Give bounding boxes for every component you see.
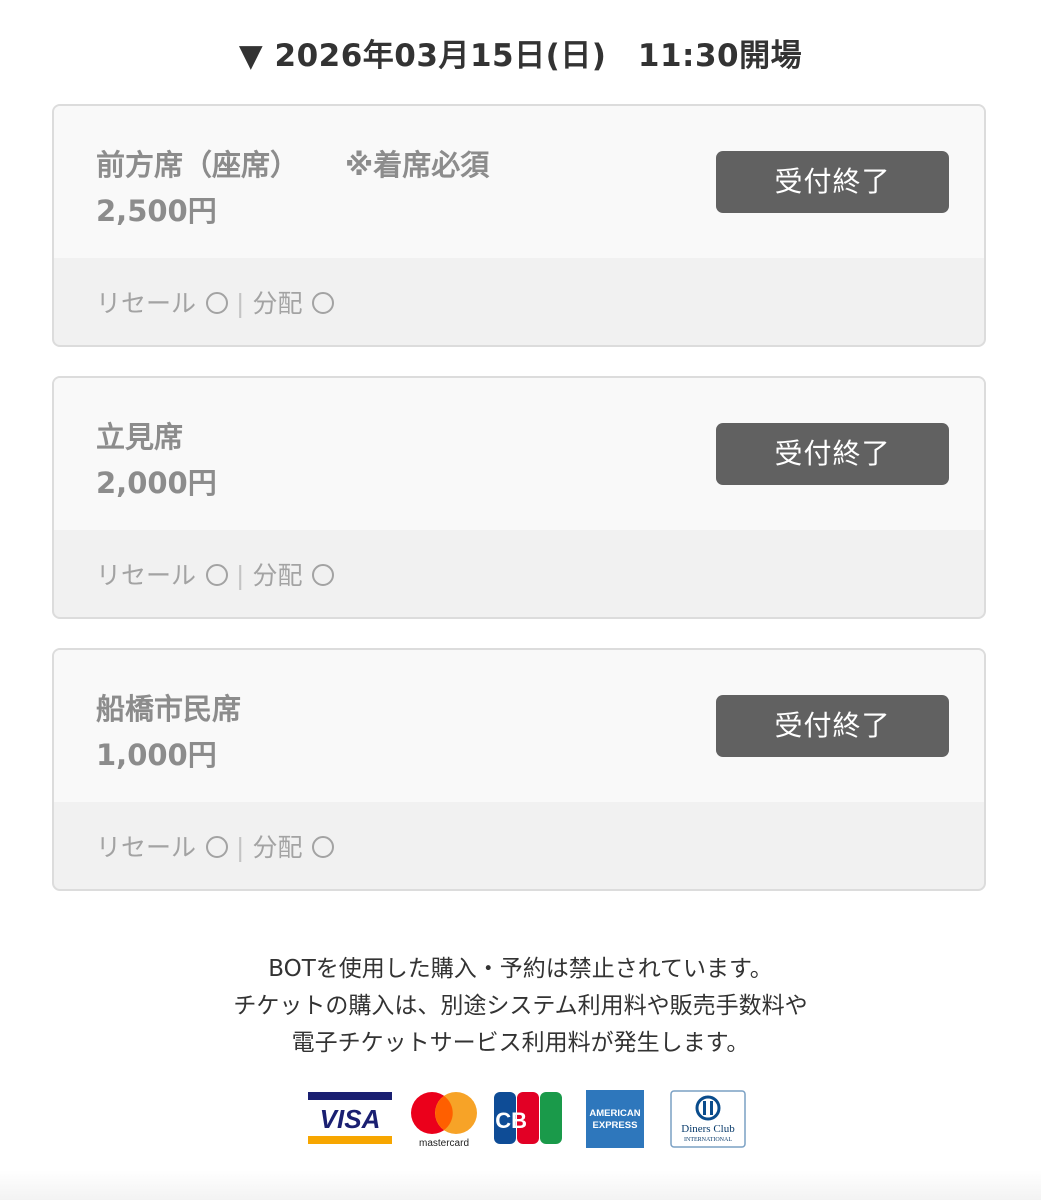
distribution-available-icon bbox=[312, 564, 335, 586]
svg-text:INTERNATIONAL: INTERNATIONAL bbox=[684, 1137, 732, 1143]
diners-club-logo: Diners Club INTERNATIONAL bbox=[670, 1090, 746, 1148]
option-separator: | bbox=[236, 833, 245, 862]
svg-text:JCB: JCB bbox=[492, 1108, 527, 1133]
svg-text:mastercard: mastercard bbox=[419, 1138, 469, 1149]
resale-label: リセール bbox=[96, 289, 197, 318]
seat-price: 1,000円 bbox=[96, 738, 217, 772]
seat-title: 船橋市民席 bbox=[96, 686, 241, 728]
ticket-options: リセール | 分配 bbox=[96, 828, 335, 864]
amex-logo: AMERICAN EXPRESS bbox=[586, 1090, 644, 1148]
distribution-label: 分配 bbox=[252, 833, 303, 862]
event-date-heading: ▼ 2026年03月15日(日) 11:30開場 bbox=[238, 38, 803, 74]
visa-logo: VISA bbox=[306, 1090, 394, 1146]
svg-text:AMERICAN: AMERICAN bbox=[589, 1108, 640, 1119]
seat-title: 前方席（座席） ※着席必須 bbox=[96, 142, 489, 184]
seat-note: ※着席必須 bbox=[345, 148, 490, 182]
seat-price: 2,000円 bbox=[96, 466, 217, 500]
resale-label: リセール bbox=[96, 833, 197, 862]
notice-line: 電子チケットサービス利用料が発生します。 bbox=[291, 1030, 750, 1056]
svg-text:VISA: VISA bbox=[320, 1104, 381, 1134]
notice-line: チケットの購入は、別途システム利用料や販売手数料や bbox=[233, 993, 808, 1019]
seat-title: 立見席 bbox=[96, 414, 183, 456]
reception-closed-button[interactable]: 受付終了 bbox=[716, 151, 949, 213]
distribution-label: 分配 bbox=[252, 289, 303, 318]
seat-name: 船橋市民席 bbox=[96, 692, 242, 726]
svg-text:EXPRESS: EXPRESS bbox=[593, 1120, 638, 1131]
option-separator: | bbox=[236, 561, 245, 590]
jcb-logo: JCB bbox=[492, 1092, 562, 1144]
svg-text:Diners Club: Diners Club bbox=[681, 1123, 735, 1135]
ticket-options: リセール | 分配 bbox=[96, 556, 335, 592]
resale-available-icon bbox=[206, 836, 229, 858]
ticket-card: 前方席（座席） ※着席必須 2,500円 受付終了 リセール | 分配 bbox=[52, 104, 986, 347]
resale-label: リセール bbox=[96, 561, 197, 590]
seat-name: 立見席 bbox=[96, 420, 184, 454]
distribution-available-icon bbox=[312, 836, 335, 858]
purchase-notice: BOTを使用した購入・予約は禁止されています。 チケットの購入は、別途システム利… bbox=[0, 951, 1041, 1062]
payment-brands: VISA mastercard JCB AMERICAN EXPRESS Din… bbox=[306, 1090, 746, 1150]
notice-line: BOTを使用した購入・予約は禁止されています。 bbox=[268, 956, 773, 982]
mastercard-logo: mastercard bbox=[411, 1092, 477, 1149]
seat-price: 2,500円 bbox=[96, 194, 217, 228]
seat-name: 前方席（座席） bbox=[96, 148, 300, 182]
resale-available-icon bbox=[206, 564, 229, 586]
option-separator: | bbox=[236, 289, 245, 318]
ticket-card: 立見席 2,000円 受付終了 リセール | 分配 bbox=[52, 376, 986, 619]
page-bottom-edge bbox=[0, 1170, 1041, 1200]
ticket-card: 船橋市民席 1,000円 受付終了 リセール | 分配 bbox=[52, 648, 986, 891]
reception-closed-button[interactable]: 受付終了 bbox=[716, 695, 949, 757]
distribution-available-icon bbox=[312, 292, 335, 314]
distribution-label: 分配 bbox=[252, 561, 303, 590]
resale-available-icon bbox=[206, 292, 229, 314]
ticket-options: リセール | 分配 bbox=[96, 284, 335, 320]
reception-closed-button[interactable]: 受付終了 bbox=[716, 423, 949, 485]
